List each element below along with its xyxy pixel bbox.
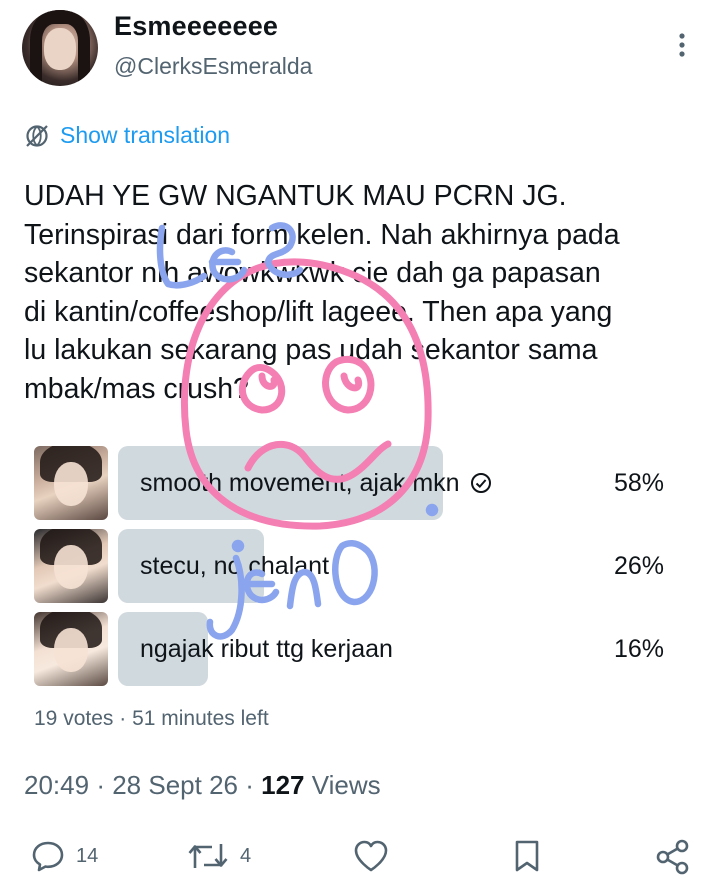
share-button[interactable]: [654, 838, 692, 876]
poll-time-left: 51 minutes left: [132, 707, 269, 730]
translate-globe-icon: [26, 124, 48, 147]
poll-option-label: smooth movement, ajak mkn: [140, 469, 460, 497]
tweet-date[interactable]: 28 Sept 26: [112, 770, 238, 800]
tweet-timestamp-line: 20:49 · 28 Sept 26 · 127 Views: [24, 770, 381, 801]
views-label[interactable]: Views: [312, 770, 381, 800]
poll-option-label-wrap: smooth movement, ajak mkn: [140, 446, 492, 520]
share-icon: [656, 839, 689, 875]
poll-votes: 19 votes: [34, 707, 114, 730]
poll-option-label: stecu, no chalant: [140, 552, 330, 580]
heart-icon: [354, 840, 388, 872]
poll-option-label-wrap: stecu, no chalant: [140, 529, 329, 603]
tweet-time[interactable]: 20:49: [24, 770, 89, 800]
poll-option-3: ngajak ribut ttg kerjaan 16%: [34, 612, 674, 688]
tweet-line: sekantor nih awowkwkwk cie dah ga papasa…: [24, 257, 601, 289]
poll-option-2: stecu, no chalant 26%: [34, 529, 674, 605]
bookmark-button[interactable]: [510, 838, 544, 874]
tweet-text: UDAH YE GW NGANTUK MAU PCRN JG. Terinspi…: [24, 177, 704, 408]
check-circle-icon: [470, 473, 491, 493]
retweet-count: 4: [240, 844, 252, 867]
tweet-line: mbak/mas crush?: [24, 372, 249, 405]
more-vertical-icon[interactable]: [672, 30, 692, 60]
show-translation-label: Show translation: [60, 122, 231, 148]
poll-option-percent: 58%: [613, 469, 664, 497]
show-translation-link[interactable]: Show translation: [24, 122, 230, 149]
views-count[interactable]: 127: [261, 770, 304, 800]
meta-separator: ·: [119, 707, 127, 730]
tweet-line: lu lakukan sekarang pas udah sekantor sa…: [24, 334, 598, 366]
author-display-name[interactable]: Esmeeeeeee: [114, 11, 278, 42]
timestamp-separator: ·: [96, 770, 105, 800]
poll-option-image: [34, 612, 108, 686]
bookmark-icon: [515, 840, 539, 872]
retweet-icon: [188, 844, 228, 868]
avatar-face: [44, 28, 76, 70]
poll-option-label-wrap: ngajak ribut ttg kerjaan: [140, 612, 393, 686]
tweet-line: di kantin/coffeeshop/lift lageee. Then a…: [24, 295, 613, 328]
tweet-line: UDAH YE GW NGANTUK MAU PCRN JG.: [24, 180, 567, 212]
retweet-button[interactable]: 4: [186, 838, 251, 874]
poll-option-percent: 16%: [613, 635, 664, 663]
timestamp-separator: ·: [245, 770, 254, 800]
reply-bubble-icon: [32, 841, 64, 872]
poll-option-1: smooth movement, ajak mkn 58%: [34, 446, 674, 522]
reply-button[interactable]: 14: [30, 838, 98, 874]
poll-option-image: [34, 446, 108, 520]
author-handle[interactable]: @ClerksEsmeralda: [114, 53, 312, 80]
poll-option-percent: 26%: [613, 552, 664, 580]
poll-option-image: [34, 529, 108, 603]
author-avatar[interactable]: [22, 10, 98, 86]
like-button[interactable]: [352, 838, 390, 874]
poll-option-label: ngajak ribut ttg kerjaan: [140, 635, 393, 663]
tweet-line: Terinspirasi dari form kelen. Nah akhirn…: [24, 218, 620, 251]
tweet-action-bar: 14 4: [0, 838, 720, 880]
poll-meta: 19 votes · 51 minutes left: [34, 707, 269, 731]
reply-count: 14: [76, 844, 99, 867]
